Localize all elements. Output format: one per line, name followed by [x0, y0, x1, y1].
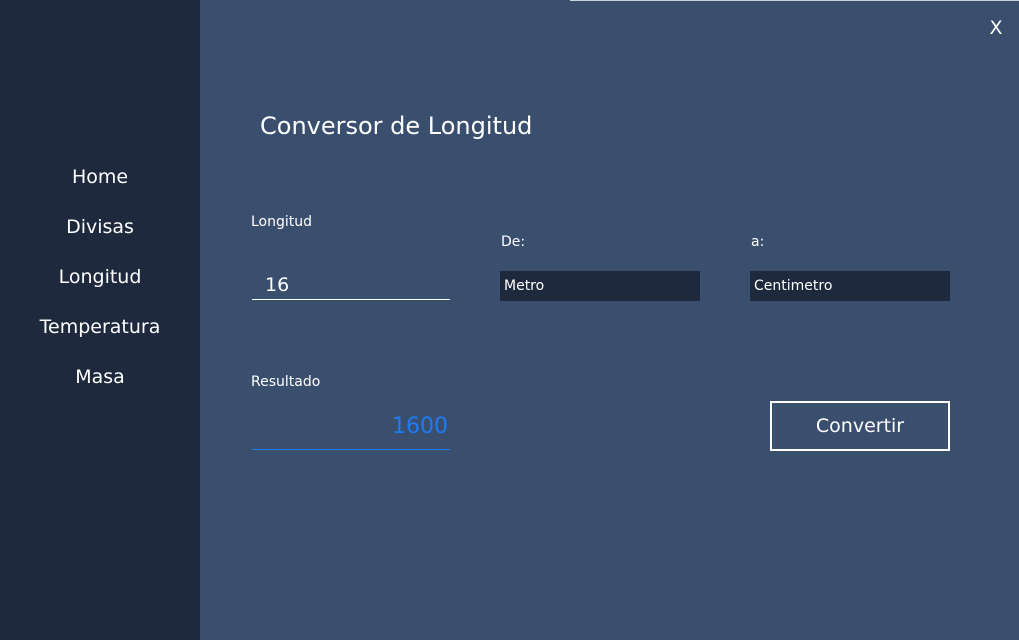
sidebar: Home Divisas Longitud Temperatura Masa — [0, 0, 200, 640]
sidebar-item-longitud[interactable]: Longitud — [0, 262, 200, 292]
window-top-border — [570, 0, 1019, 1]
convert-button[interactable]: Convertir — [770, 401, 950, 451]
close-button[interactable]: X — [984, 14, 1008, 42]
result-label: Resultado — [251, 374, 321, 390]
from-unit-label: De: — [501, 234, 526, 250]
to-unit-label: a: — [751, 234, 765, 250]
result-field: 1600 — [252, 410, 450, 450]
page-title: Conversor de Longitud — [260, 112, 533, 140]
from-unit-select[interactable]: Metro — [500, 271, 700, 301]
sidebar-item-masa[interactable]: Masa — [0, 362, 200, 392]
to-unit-select[interactable]: Centimetro — [750, 271, 950, 301]
sidebar-item-temperatura[interactable]: Temperatura — [0, 312, 200, 342]
length-input[interactable] — [252, 270, 450, 300]
sidebar-item-divisas[interactable]: Divisas — [0, 212, 200, 242]
sidebar-item-home[interactable]: Home — [0, 162, 200, 192]
app-window: Home Divisas Longitud Temperatura Masa X… — [0, 0, 1019, 640]
length-label: Longitud — [251, 214, 313, 230]
